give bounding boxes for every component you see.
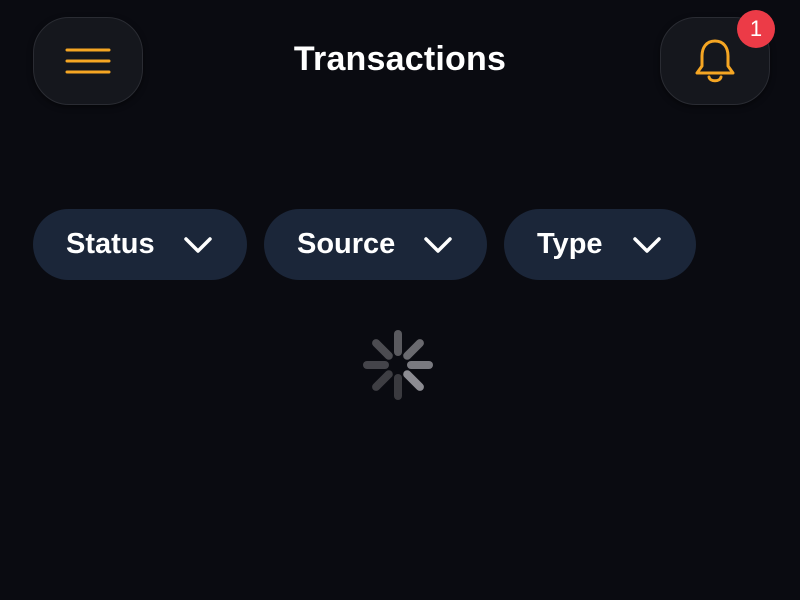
status-filter-label: Status [66, 228, 155, 260]
spinner-spoke [372, 370, 393, 391]
bell-icon [695, 39, 735, 83]
loading-spinner-icon [363, 330, 433, 400]
status-filter-dropdown[interactable]: Status [33, 209, 247, 280]
chevron-down-icon [183, 235, 213, 255]
spinner-spoke [403, 339, 424, 360]
filter-bar: Status Source Type [33, 209, 696, 280]
source-filter-label: Source [297, 228, 396, 260]
chevron-down-icon [632, 235, 662, 255]
type-filter-dropdown[interactable]: Type [504, 209, 696, 280]
source-filter-dropdown[interactable]: Source [264, 209, 487, 280]
transactions-screen: Transactions 1 Status Source Type [0, 0, 800, 600]
chevron-down-icon [423, 235, 453, 255]
spinner-spoke [403, 370, 424, 391]
spinner-spoke [372, 339, 393, 360]
notification-count-badge: 1 [737, 10, 775, 48]
type-filter-label: Type [537, 228, 603, 260]
